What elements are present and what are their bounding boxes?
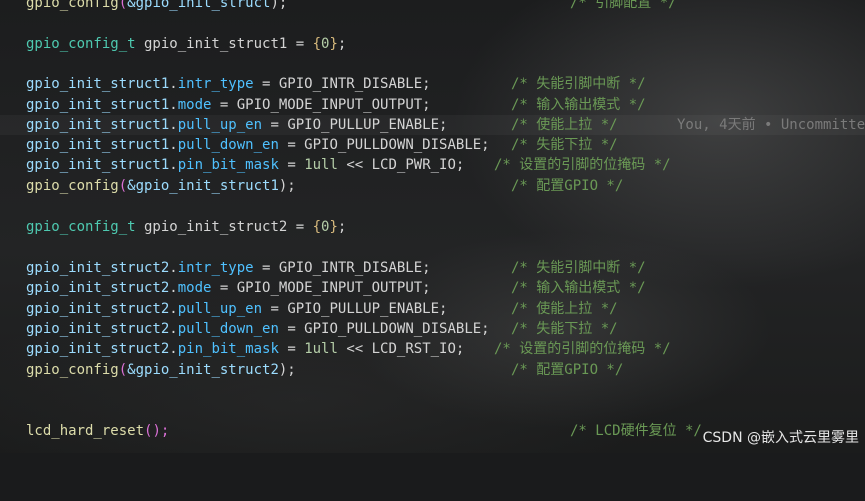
- code-text: gpio_config_t gpio_init_struct2 = {0};: [26, 219, 347, 235]
- code-text: gpio_init_struct1.pull_up_en = GPIO_PULL…: [26, 117, 448, 133]
- code-line[interactable]: gpio_init_struct1.mode = GPIO_MODE_INPUT…: [0, 95, 865, 115]
- code-text: gpio_init_struct1.pull_down_en = GPIO_PU…: [26, 137, 490, 153]
- code-editor[interactable]: gpio_config(&gpio_init_struct); /* 引脚配置 …: [0, 0, 865, 453]
- git-blame-annotation[interactable]: You, 4天前 • Uncommitted: [677, 115, 865, 135]
- code-comment: /* 设置的引脚的位掩码 */: [494, 341, 671, 357]
- code-comment: /* 使能上拉 */: [511, 301, 618, 317]
- code-text: gpio_init_struct1.intr_type = GPIO_INTR_…: [26, 76, 431, 92]
- code-line[interactable]: gpio_config(&gpio_init_struct); /* 引脚配置 …: [0, 0, 865, 13]
- watermark: CSDN @嵌入式云里雾里: [702, 430, 859, 446]
- code-text: gpio_init_struct1.pin_bit_mask = 1ull <<…: [26, 157, 465, 173]
- code-text: gpio_config_t gpio_init_struct1 = {0};: [26, 36, 347, 52]
- code-comment: /* 失能下拉 */: [511, 137, 618, 153]
- code-text: gpio_config(&gpio_init_struct);: [26, 0, 288, 11]
- code-comment: /* 设置的引脚的位掩码 */: [494, 157, 671, 173]
- code-text: gpio_init_struct2.pull_up_en = GPIO_PULL…: [26, 301, 448, 317]
- code-line[interactable]: gpio_init_struct2.mode = GPIO_MODE_INPUT…: [0, 278, 865, 298]
- code-comment: /* 配置GPIO */: [511, 178, 624, 194]
- code-line[interactable]: gpio_init_struct2.pin_bit_mask = 1ull <<…: [0, 339, 865, 359]
- code-comment: /* 失能引脚中断 */: [511, 260, 646, 276]
- code-line[interactable]: gpio_init_struct2.intr_type = GPIO_INTR_…: [0, 258, 865, 278]
- code-text: gpio_init_struct2.mode = GPIO_MODE_INPUT…: [26, 280, 431, 296]
- code-comment: /* 失能下拉 */: [511, 321, 618, 337]
- code-text: gpio_config(&gpio_init_struct1);: [26, 178, 296, 194]
- code-text: gpio_init_struct1.mode = GPIO_MODE_INPUT…: [26, 97, 431, 113]
- code-comment: /* 使能上拉 */: [511, 117, 618, 133]
- code-text: gpio_init_struct2.pull_down_en = GPIO_PU…: [26, 321, 490, 337]
- code-comment: /* 配置GPIO */: [511, 362, 624, 378]
- code-comment: /* 输入输出模式 */: [511, 280, 646, 296]
- code-text: lcd_hard_reset();: [26, 423, 170, 439]
- code-line[interactable]: gpio_config(&gpio_init_struct2); /* 配置GP…: [0, 360, 865, 380]
- code-text: gpio_init_struct2.intr_type = GPIO_INTR_…: [26, 260, 431, 276]
- code-comment: /* LCD硬件复位 */: [570, 423, 702, 439]
- code-text: gpio_config(&gpio_init_struct2);: [26, 362, 296, 378]
- code-line[interactable]: gpio_init_struct1.pull_down_en = GPIO_PU…: [0, 135, 865, 155]
- code-comment: /* 输入输出模式 */: [511, 97, 646, 113]
- code-line[interactable]: gpio_config_t gpio_init_struct1 = {0};: [0, 34, 865, 54]
- code-line[interactable]: gpio_init_struct2.pull_down_en = GPIO_PU…: [0, 319, 865, 339]
- code-text: gpio_init_struct2.pin_bit_mask = 1ull <<…: [26, 341, 465, 357]
- code-comment: /* 引脚配置 */: [570, 0, 677, 11]
- code-line-current[interactable]: gpio_init_struct1.pull_up_en = GPIO_PULL…: [0, 115, 865, 135]
- code-line[interactable]: gpio_config(&gpio_init_struct1); /* 配置GP…: [0, 176, 865, 196]
- code-comment: /* 失能引脚中断 */: [511, 76, 646, 92]
- code-line[interactable]: gpio_init_struct1.intr_type = GPIO_INTR_…: [0, 74, 865, 94]
- code-line[interactable]: gpio_init_struct1.pin_bit_mask = 1ull <<…: [0, 155, 865, 175]
- code-line[interactable]: gpio_init_struct2.pull_up_en = GPIO_PULL…: [0, 299, 865, 319]
- code-line[interactable]: gpio_config_t gpio_init_struct2 = {0};: [0, 217, 865, 237]
